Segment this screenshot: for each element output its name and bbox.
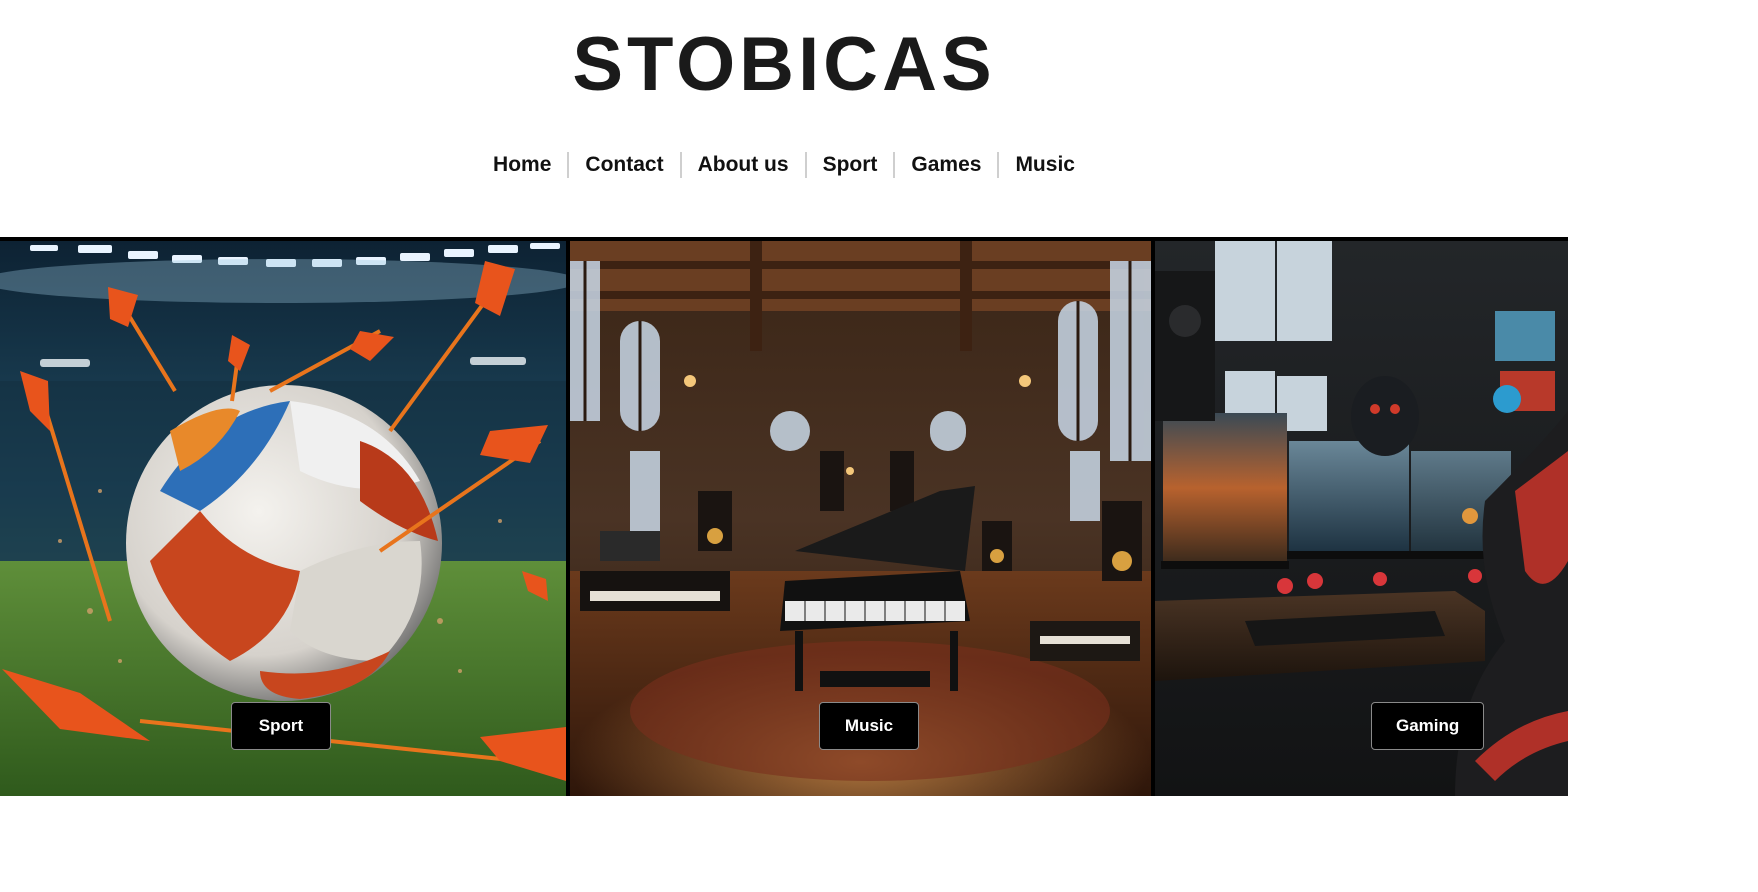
nav-music[interactable]: Music bbox=[999, 148, 1091, 182]
nav-home[interactable]: Home bbox=[477, 148, 567, 182]
site-logo[interactable]: STOBICAS bbox=[0, 22, 1568, 108]
category-gallery: Sport Music Gaming bbox=[0, 237, 1568, 796]
sport-button[interactable]: Sport bbox=[231, 702, 331, 750]
gaming-panel[interactable]: Gaming bbox=[1155, 241, 1568, 796]
nav-games[interactable]: Games bbox=[895, 148, 997, 182]
gaming-button[interactable]: Gaming bbox=[1371, 702, 1485, 750]
gaming-image bbox=[1155, 241, 1568, 796]
nav-about-us[interactable]: About us bbox=[682, 148, 805, 182]
sport-panel[interactable]: Sport bbox=[0, 241, 566, 796]
music-button[interactable]: Music bbox=[819, 702, 919, 750]
nav-contact[interactable]: Contact bbox=[569, 148, 679, 182]
site-header: STOBICAS Home Contact About us Sport Gam… bbox=[0, 0, 1568, 237]
music-panel[interactable]: Music bbox=[570, 241, 1151, 796]
nav-sport[interactable]: Sport bbox=[807, 148, 894, 182]
main-nav: Home Contact About us Sport Games Music bbox=[0, 148, 1568, 182]
